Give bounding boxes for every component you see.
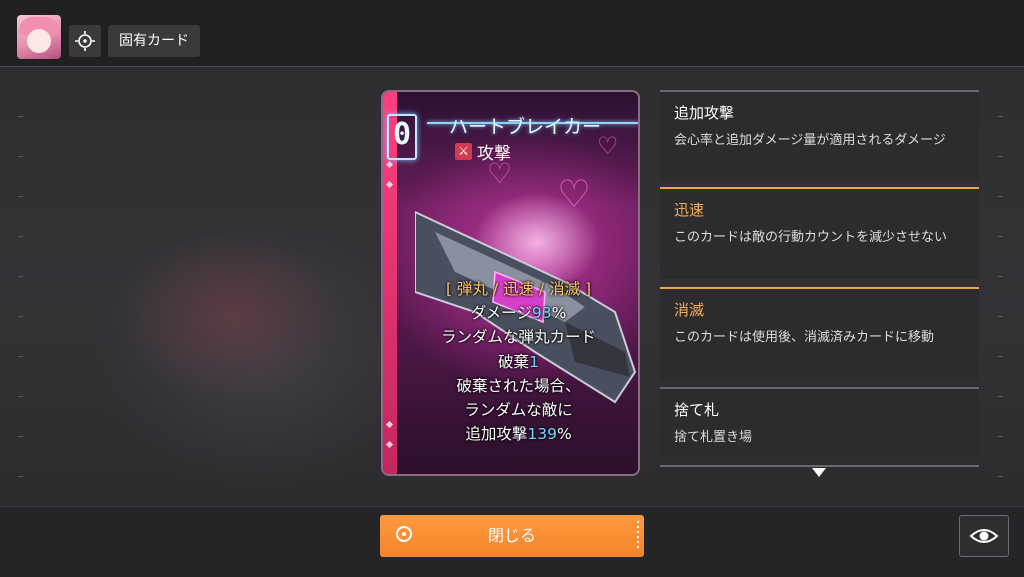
button-dots-decoration [637,521,639,551]
card-type: ⚔ 攻撃 [455,139,511,164]
view-toggle-button[interactable] [959,515,1009,557]
card-effect-line: 破棄された場合、 [456,376,581,395]
eye-icon [969,529,999,543]
card-type-label: 攻撃 [477,144,511,164]
top-bar: 固有カード [0,0,1024,67]
left-scale-ticks [18,86,24,486]
target-button[interactable] [69,25,101,57]
keyword-title: 迅速 [674,201,705,219]
right-scale-ticks [998,86,1004,486]
close-button-label: 閉じる [487,526,536,545]
card-name: ハートブレイカー [449,116,602,138]
card-effect-extra-attack: 追加攻撃139% [465,425,572,444]
crossed-swords-icon: ⚔ [455,143,472,160]
card-effect-discard: 破棄1 [498,352,539,371]
target-icon [75,31,95,51]
card-effect-line: ランダムな敵に [464,401,573,420]
card-effect-text: [ 弾丸 / 迅速 / 消滅 ] ダメージ93% ランダムな弾丸カード 破棄1 … [397,277,638,446]
keyword-panel-discard-pile: 捨て札 捨て札置き場 [660,387,979,459]
keyword-panel-extra-attack: 追加攻撃 会心率と追加ダメージ量が適用されるダメージ [660,90,979,180]
keyword-description: このカードは敵の行動カウントを減少させない [674,230,948,245]
keyword-title: 消滅 [674,301,705,319]
keyword-description: このカードは使用後、消滅済みカードに移動 [674,330,935,345]
card-effect-line: ランダムな弾丸カード [440,328,596,347]
keyword-title: 捨て札 [674,401,720,419]
unique-card-label: 固有カード [108,25,200,57]
card-keywords-line: [ 弾丸 / 迅速 / 消滅 ] [445,280,592,298]
avatar-face [27,29,51,53]
card-effect-damage: ダメージ93% [470,304,567,323]
scroll-down-arrow-icon[interactable] [812,468,826,477]
card-detail: ♡ ♡ ♡ 0 ハートブレイカー ⚔ 攻撃 [ 弾丸 / 迅速 / 消滅 ] ダ… [381,90,640,476]
card-cost: 0 [387,114,417,160]
keyword-panel-swift: 迅速 このカードは敵の行動カウントを減少させない [660,187,979,279]
character-avatar[interactable] [17,15,61,59]
keyword-list-bottom-line [660,465,979,467]
keyword-panel-exhaust: 消滅 このカードは使用後、消滅済みカードに移動 [660,287,979,380]
close-button[interactable]: 閉じる [380,515,644,557]
keyword-description: 捨て札置き場 [674,430,753,445]
keyword-description: 会心率と追加ダメージ量が適用されるダメージ [674,133,946,148]
keyword-title: 追加攻撃 [674,104,735,122]
